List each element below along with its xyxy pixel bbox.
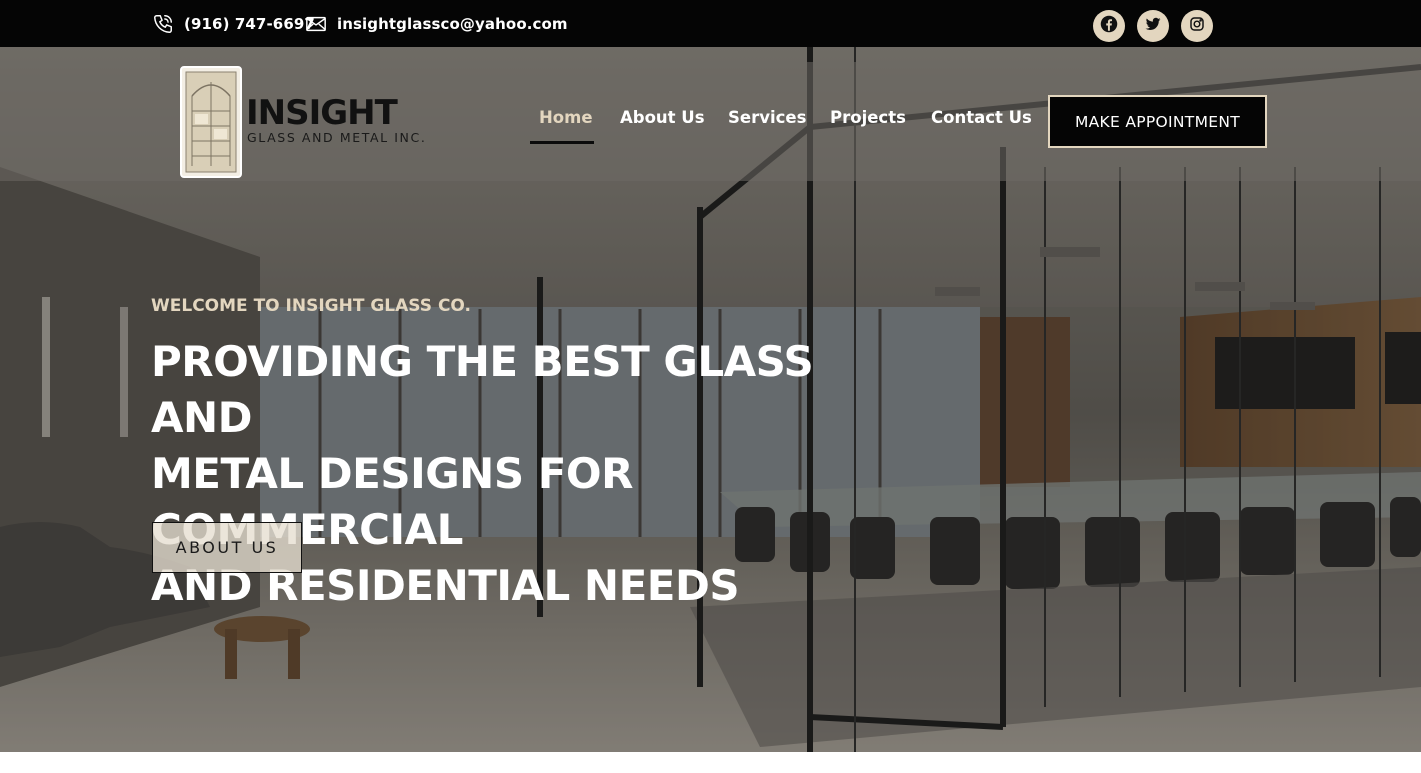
logo-tagline: GLASS AND METAL INC. <box>247 130 427 145</box>
headline-line: PROVIDING THE BEST GLASS AND <box>151 337 814 442</box>
email-contact[interactable]: insightglassco@yahoo.com <box>304 0 568 47</box>
nav-home[interactable]: Home <box>539 108 593 127</box>
phone-icon <box>151 12 175 36</box>
logo-wordmark: INSIGHT <box>246 93 398 133</box>
twitter-icon <box>1144 15 1162 37</box>
twitter-link[interactable] <box>1137 10 1169 42</box>
social-links <box>1093 10 1213 42</box>
instagram-icon <box>1189 16 1205 36</box>
nav-about-us[interactable]: About Us <box>620 108 705 127</box>
top-contact-bar: (916) 747-6697 insightglassco@yahoo.com <box>0 0 1421 47</box>
phone-contact[interactable]: (916) 747-6697 <box>151 0 315 47</box>
facebook-icon <box>1100 15 1118 37</box>
site-logo[interactable]: INSIGHT GLASS AND METAL INC. <box>180 66 430 178</box>
hero-kicker: WELCOME TO INSIGHT GLASS CO. <box>151 296 471 316</box>
site-header: INSIGHT GLASS AND METAL INC. Home About … <box>0 62 1421 181</box>
instagram-link[interactable] <box>1181 10 1213 42</box>
about-us-button[interactable]: ABOUT US <box>152 522 302 573</box>
envelope-icon <box>304 12 328 36</box>
nav-contact-us[interactable]: Contact Us <box>931 108 1032 127</box>
active-nav-indicator <box>530 141 594 144</box>
email-address[interactable]: insightglassco@yahoo.com <box>337 15 568 33</box>
facebook-link[interactable] <box>1093 10 1125 42</box>
phone-number[interactable]: (916) 747-6697 <box>184 15 315 33</box>
make-appointment-button[interactable]: MAKE APPOINTMENT <box>1048 95 1267 148</box>
door-logo-icon <box>180 66 242 178</box>
nav-services[interactable]: Services <box>728 108 806 127</box>
nav-projects[interactable]: Projects <box>830 108 906 127</box>
